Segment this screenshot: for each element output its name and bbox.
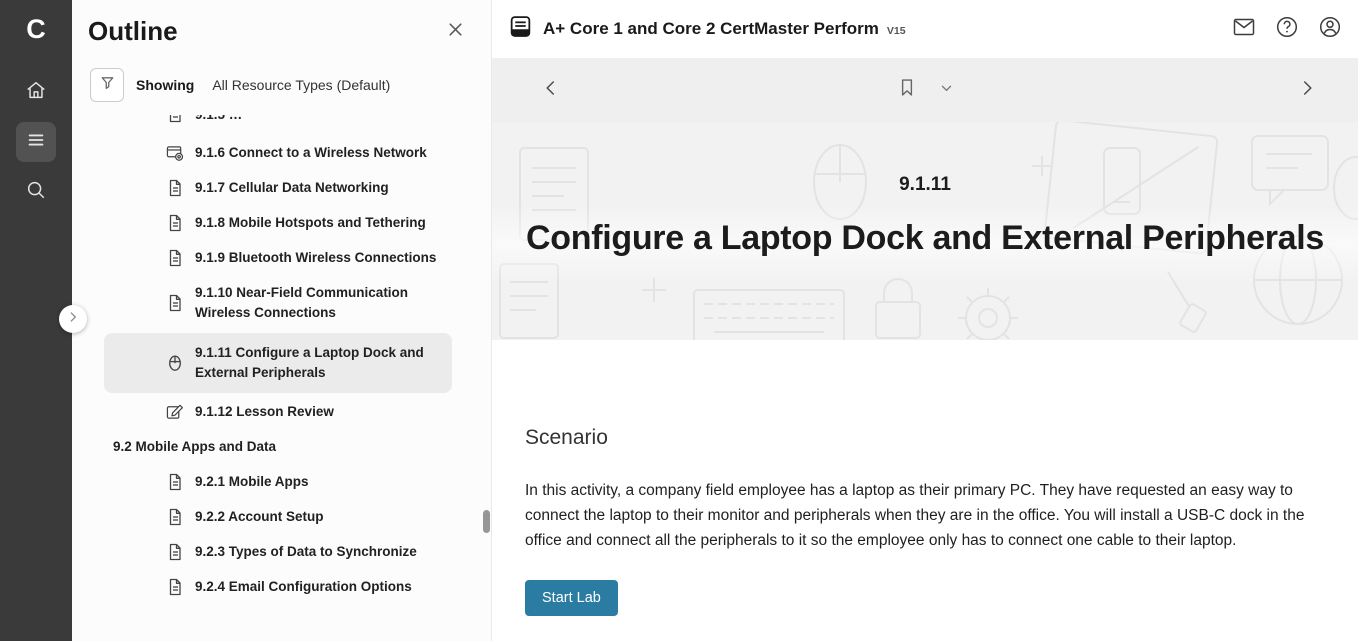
showing-label: Showing <box>136 77 194 93</box>
outline-item-label: 9.2.1 Mobile Apps <box>195 472 309 492</box>
comptia-logo: C <box>0 0 72 58</box>
messages-button[interactable] <box>1232 15 1256 44</box>
outline-item[interactable]: 9.1.10 Near-Field Communication Wireless… <box>166 283 491 323</box>
lesson-content: Scenario In this activity, a company fie… <box>492 340 1358 641</box>
outline-item-label: 9.1.11 Configure a Laptop Dock and Exter… <box>195 343 442 383</box>
chevron-right-icon <box>66 310 80 329</box>
account-button[interactable] <box>1318 15 1342 44</box>
next-page-button[interactable] <box>1298 79 1316 102</box>
outline-item-label: 9.1.12 Lesson Review <box>195 402 334 422</box>
outline-item-label: 9.1.6 Connect to a Wireless Network <box>195 143 427 163</box>
document-icon <box>166 294 184 312</box>
outline-item[interactable]: 9.2.2 Account Setup <box>166 507 491 527</box>
outline-item-label: 9.1.9 Bluetooth Wireless Connections <box>195 248 436 268</box>
lesson-hero-banner: 9.1.11 Configure a Laptop Dock and Exter… <box>492 122 1358 340</box>
outline-item-label: 9.1.7 Cellular Data Networking <box>195 178 389 198</box>
chevron-right-icon <box>1298 79 1316 102</box>
outline-item-label: 9.2.4 Email Configuration Options <box>195 577 412 597</box>
search-icon <box>25 179 47 206</box>
help-button[interactable] <box>1275 15 1299 44</box>
document-icon <box>166 508 184 526</box>
outline-item-label: 9.2 Mobile Apps and Data <box>113 437 276 457</box>
close-icon <box>446 20 465 44</box>
document-icon <box>166 473 184 491</box>
document-icon <box>166 578 184 596</box>
course-book-icon <box>508 14 533 44</box>
lesson-title: Configure a Laptop Dock and External Per… <box>492 219 1358 258</box>
filter-button[interactable] <box>90 68 124 102</box>
outline-list: 9.1.5 … 9.1.6 Connect to a Wireless Netwo… <box>72 115 491 621</box>
outline-button[interactable] <box>16 122 56 162</box>
outline-item-label: 9.2.3 Types of Data to Synchronize <box>195 542 417 562</box>
bookmark-icon <box>897 76 918 104</box>
outline-item[interactable]: 9.2.1 Mobile Apps <box>166 472 491 492</box>
outline-item[interactable]: 9.1.9 Bluetooth Wireless Connections <box>166 248 491 268</box>
filter-funnel-icon <box>99 74 116 96</box>
outline-panel: Outline Showing All Resource Types (Defa… <box>72 0 492 641</box>
icon-rail: C <box>0 0 72 641</box>
outline-item-label: 9.1.10 Near-Field Communication Wireless… <box>195 283 447 323</box>
close-outline-button[interactable] <box>446 20 465 44</box>
chevron-down-icon <box>940 81 954 100</box>
document-icon <box>166 249 184 267</box>
start-lab-button[interactable]: Start Lab <box>525 580 618 616</box>
outline-scrollbar-thumb[interactable] <box>483 510 490 533</box>
outline-item-label: 9.2.2 Account Setup <box>195 507 324 527</box>
help-icon <box>1275 15 1299 44</box>
scenario-heading: Scenario <box>525 426 1358 450</box>
app-header: A+ Core 1 and Core 2 CertMaster Perform … <box>492 0 1358 58</box>
search-button[interactable] <box>16 172 56 212</box>
lesson-number: 9.1.11 <box>492 174 1358 196</box>
chevron-left-icon <box>542 79 560 102</box>
account-icon <box>1318 15 1342 44</box>
resource-filter-value: All Resource Types (Default) <box>212 77 390 93</box>
course-version: V15 <box>887 25 906 37</box>
home-button[interactable] <box>16 72 56 112</box>
main-area: A+ Core 1 and Core 2 CertMaster Perform … <box>492 0 1358 641</box>
bookmark-button[interactable] <box>897 76 918 104</box>
collapse-panel-button[interactable] <box>59 305 87 333</box>
mail-icon <box>1232 15 1256 44</box>
document-icon <box>166 115 184 123</box>
bookmark-menu-button[interactable] <box>940 81 954 100</box>
outline-item[interactable]: 9.1.5 … <box>166 115 491 128</box>
edit-icon <box>166 403 184 421</box>
outline-item[interactable]: 9.1.6 Connect to a Wireless Network <box>166 143 491 163</box>
mouse-icon <box>166 354 184 372</box>
home-icon <box>25 79 47 106</box>
outline-item[interactable]: 9.1.12 Lesson Review <box>166 402 491 422</box>
outline-list-icon <box>25 129 47 156</box>
outline-item[interactable]: 9.1.11 Configure a Laptop Dock and Exter… <box>104 333 452 393</box>
scenario-paragraph: In this activity, a company field employ… <box>525 478 1320 553</box>
app: C <box>0 0 1358 641</box>
outline-item[interactable]: 9.2.4 Email Configuration Options <box>166 577 491 597</box>
outline-item[interactable]: 9.2.3 Types of Data to Synchronize <box>166 542 491 562</box>
course-title: A+ Core 1 and Core 2 CertMaster Perform <box>543 19 879 39</box>
outline-item-label: 9.1.5 … <box>195 115 242 125</box>
outline-item[interactable]: 9.1.7 Cellular Data Networking <box>166 178 491 198</box>
document-icon <box>166 179 184 197</box>
document-icon <box>166 214 184 232</box>
lesson-navbar <box>492 58 1358 122</box>
demo-icon <box>166 144 184 162</box>
document-icon <box>166 543 184 561</box>
outline-item-label: 9.1.8 Mobile Hotspots and Tethering <box>195 213 426 233</box>
outline-section-header[interactable]: 9.2 Mobile Apps and Data <box>113 437 491 457</box>
outline-panel-title: Outline <box>88 16 178 47</box>
outline-item[interactable]: 9.1.8 Mobile Hotspots and Tethering <box>166 213 491 233</box>
previous-page-button[interactable] <box>542 79 560 102</box>
